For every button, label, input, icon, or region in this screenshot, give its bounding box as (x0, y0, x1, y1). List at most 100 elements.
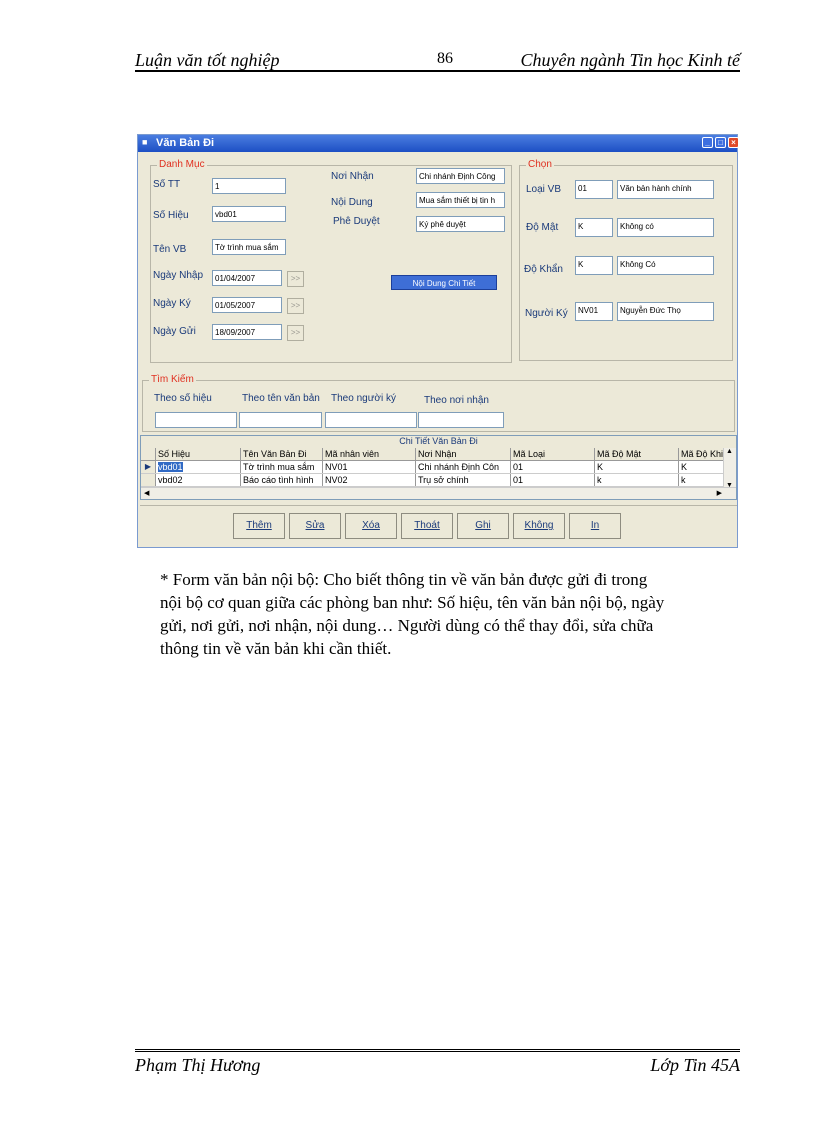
scroll-up-icon[interactable]: ▲ (726, 448, 733, 455)
title-bar: ■ Văn Bản Đi _ □ × (138, 135, 739, 152)
so-tt-label: Số TT (153, 179, 181, 190)
table-cell: Trụ sở chính (416, 474, 511, 486)
table-cell: 01 (511, 474, 595, 486)
chon-group: Chọn Loại VB 01 Văn bản hành chính Độ Mậ… (519, 159, 733, 361)
column-header[interactable]: Nơi Nhận (416, 448, 511, 460)
xoa-button[interactable]: Xóa (345, 513, 397, 539)
table-cell: Tờ trình mua sắm (241, 461, 323, 473)
do-mat-code[interactable]: K (575, 218, 613, 237)
thoat-button[interactable]: Thoát (401, 513, 453, 539)
loai-vb-code[interactable]: 01 (575, 180, 613, 199)
loai-vb-name[interactable]: Văn bản hành chính (617, 180, 714, 199)
ngay-gui-input[interactable]: 18/09/2007 (212, 324, 282, 340)
column-header[interactable]: Mã nhân viên (323, 448, 416, 460)
table-cell: Chi nhánh Định Côn (416, 461, 511, 473)
noi-nhan-input[interactable]: Chi nhánh Định Công (416, 168, 505, 184)
ngay-ky-label: Ngày Ký (153, 298, 191, 309)
table-cell: k (595, 474, 679, 486)
do-mat-name[interactable]: Không có (617, 218, 714, 237)
do-mat-label: Độ Mật (526, 222, 559, 233)
ngay-ky-input[interactable]: 01/05/2007 (212, 297, 282, 313)
ngay-nhap-picker-button[interactable]: >> (287, 271, 304, 287)
footer-rule (135, 1049, 740, 1052)
caption-line: nội bộ cơ quan giữa các phòng ban như: S… (160, 593, 665, 612)
scroll-right-icon[interactable]: ▶ (717, 489, 722, 497)
header-right: Chuyên ngành Tin học Kinh tế (520, 50, 741, 70)
table-row[interactable]: ▶ vbd01 Tờ trình mua sắm NV01 Chi nhánh … (141, 461, 736, 474)
row-pointer-icon: ▶ (141, 461, 156, 473)
table-cell: NV01 (323, 461, 416, 473)
table-cell: K (595, 461, 679, 473)
maximize-icon[interactable]: □ (715, 137, 726, 148)
close-icon[interactable]: × (728, 137, 739, 148)
horizontal-scrollbar[interactable]: ◀ ▶ (141, 487, 736, 499)
column-header[interactable]: Mã Độ Khi (679, 448, 726, 460)
selected-cell-text: vbd01 (158, 462, 183, 472)
so-tt-input[interactable]: 1 (212, 178, 286, 194)
them-button[interactable]: Thêm (233, 513, 285, 539)
ten-vb-label: Tên VB (153, 244, 187, 255)
danh-muc-group: Danh Mục Số TT 1 Số Hiệu vbd01 Tên VB Tờ… (150, 159, 512, 363)
search-so-hieu-label: Theo số hiệu (154, 393, 212, 404)
column-header[interactable]: Mã Loại (511, 448, 595, 460)
vertical-scrollbar[interactable]: ▲ ▼ (723, 448, 736, 489)
table-cell: k (679, 474, 726, 486)
table-cell: K (679, 461, 726, 473)
phe-duyet-input[interactable]: Ký phê duyệt (416, 216, 505, 232)
noi-nhan-label: Nơi Nhận (331, 171, 374, 182)
minimize-icon[interactable]: _ (702, 137, 713, 148)
nguoi-ky-label: Người Ký (525, 308, 568, 319)
figure-caption: * Form văn bản nội bộ: Cho biết thông ti… (160, 568, 740, 660)
search-ten-van-ban-input[interactable] (239, 412, 322, 428)
button-panel: Thêm Sửa Xóa Thoát Ghi Không In (140, 505, 737, 544)
table-row[interactable]: vbd02 Báo cáo tình hình NV02 Trụ sở chín… (141, 474, 736, 487)
caption-line: thông tin về văn bản khi cần thiết. (160, 639, 392, 658)
ngay-ky-picker-button[interactable]: >> (287, 298, 304, 314)
danh-muc-legend: Danh Mục (157, 159, 207, 170)
in-button[interactable]: In (569, 513, 621, 539)
do-khan-code[interactable]: K (575, 256, 613, 275)
phe-duyet-label: Phê Duyệt (333, 216, 380, 227)
column-header[interactable]: Tên Văn Bản Đi (241, 448, 323, 460)
tim-kiem-group: Tìm Kiếm Theo số hiệu Theo tên văn bản T… (142, 374, 735, 432)
header-left: Luận văn tốt nghiệp (135, 50, 280, 70)
row-selector-header (141, 448, 156, 460)
search-noi-nhan-input[interactable] (418, 412, 504, 428)
table-cell: Báo cáo tình hình (241, 474, 323, 486)
khong-button[interactable]: Không (513, 513, 565, 539)
page-header: Luận văn tốt nghiệp 86 Chuyên ngành Tin … (135, 50, 740, 72)
table-cell: NV02 (323, 474, 416, 486)
window-title: Văn Bản Đi (156, 137, 215, 149)
ngay-nhap-label: Ngày Nhập (153, 270, 204, 281)
noi-dung-label: Nội Dung (331, 197, 373, 208)
ngay-gui-label: Ngày Gửi (153, 326, 196, 337)
caption-line: * Form văn bản nội bộ: Cho biết thông ti… (160, 570, 648, 589)
column-header[interactable]: Mã Độ Mật (595, 448, 679, 460)
form-window: ■ Văn Bản Đi _ □ × Danh Mục Số TT 1 Số H… (137, 134, 739, 548)
scroll-left-icon[interactable]: ◀ (144, 489, 149, 497)
nguoi-ky-code[interactable]: NV01 (575, 302, 613, 321)
table-cell: vbd01 (156, 461, 241, 473)
caption-line: gửi, nơi gửi, nơi nhận, nội dung… Người … (160, 616, 654, 635)
do-khan-name[interactable]: Không Có (617, 256, 714, 275)
grid-caption: Chi Tiết Văn Bản Đi (141, 436, 736, 448)
page-number: 86 (437, 50, 453, 67)
grid-header: Số Hiệu Tên Văn Bản Đi Mã nhân viên Nơi … (141, 448, 736, 461)
search-so-hieu-input[interactable] (155, 412, 237, 428)
search-nguoi-ky-label: Theo người ký (331, 393, 396, 404)
column-header[interactable]: Số Hiệu (156, 448, 241, 460)
noi-dung-input[interactable]: Mua sắm thiết bị tin h (416, 192, 505, 208)
ten-vb-input[interactable]: Tờ trình mua sắm (212, 239, 286, 255)
ngay-gui-picker-button[interactable]: >> (287, 325, 304, 341)
sua-button[interactable]: Sửa (289, 513, 341, 539)
nguoi-ky-name[interactable]: Nguyễn Đức Thọ (617, 302, 714, 321)
noi-dung-chi-tiet-button[interactable]: Nội Dung Chi Tiết (391, 275, 497, 290)
so-hieu-input[interactable]: vbd01 (212, 206, 286, 222)
ngay-nhap-input[interactable]: 01/04/2007 (212, 270, 282, 286)
search-ten-van-ban-label: Theo tên văn bản (242, 393, 320, 404)
search-nguoi-ky-input[interactable] (325, 412, 417, 428)
table-cell: vbd02 (156, 474, 241, 486)
footer-author: Phạm Thị Hương (135, 1055, 261, 1075)
ghi-button[interactable]: Ghi (457, 513, 509, 539)
row-selector (141, 474, 156, 486)
